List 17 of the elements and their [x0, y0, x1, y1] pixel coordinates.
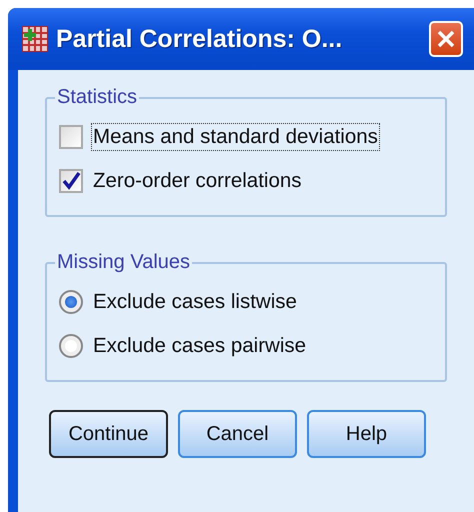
radio-button[interactable] — [59, 290, 83, 314]
radio-label[interactable]: Exclude cases listwise — [91, 288, 299, 316]
group-legend: Statistics — [55, 86, 140, 109]
close-icon — [436, 29, 456, 49]
dialog-button[interactable]: Help — [307, 410, 426, 458]
checkbox[interactable] — [59, 125, 83, 149]
table-icon — [22, 26, 48, 52]
close-button[interactable] — [429, 21, 463, 57]
checkbox-label[interactable]: Means and standard deviations — [91, 123, 380, 151]
radio-button[interactable] — [59, 334, 83, 358]
checkbox[interactable] — [59, 169, 83, 193]
dialog-button[interactable]: Continue — [49, 410, 168, 458]
group-legend: Missing Values — [55, 251, 192, 274]
window-title: Partial Correlations: O... — [56, 24, 342, 54]
radio-label[interactable]: Exclude cases pairwise — [91, 332, 308, 360]
checkbox-label[interactable]: Zero-order correlations — [91, 167, 304, 195]
dialog-button[interactable]: Cancel — [178, 410, 297, 458]
